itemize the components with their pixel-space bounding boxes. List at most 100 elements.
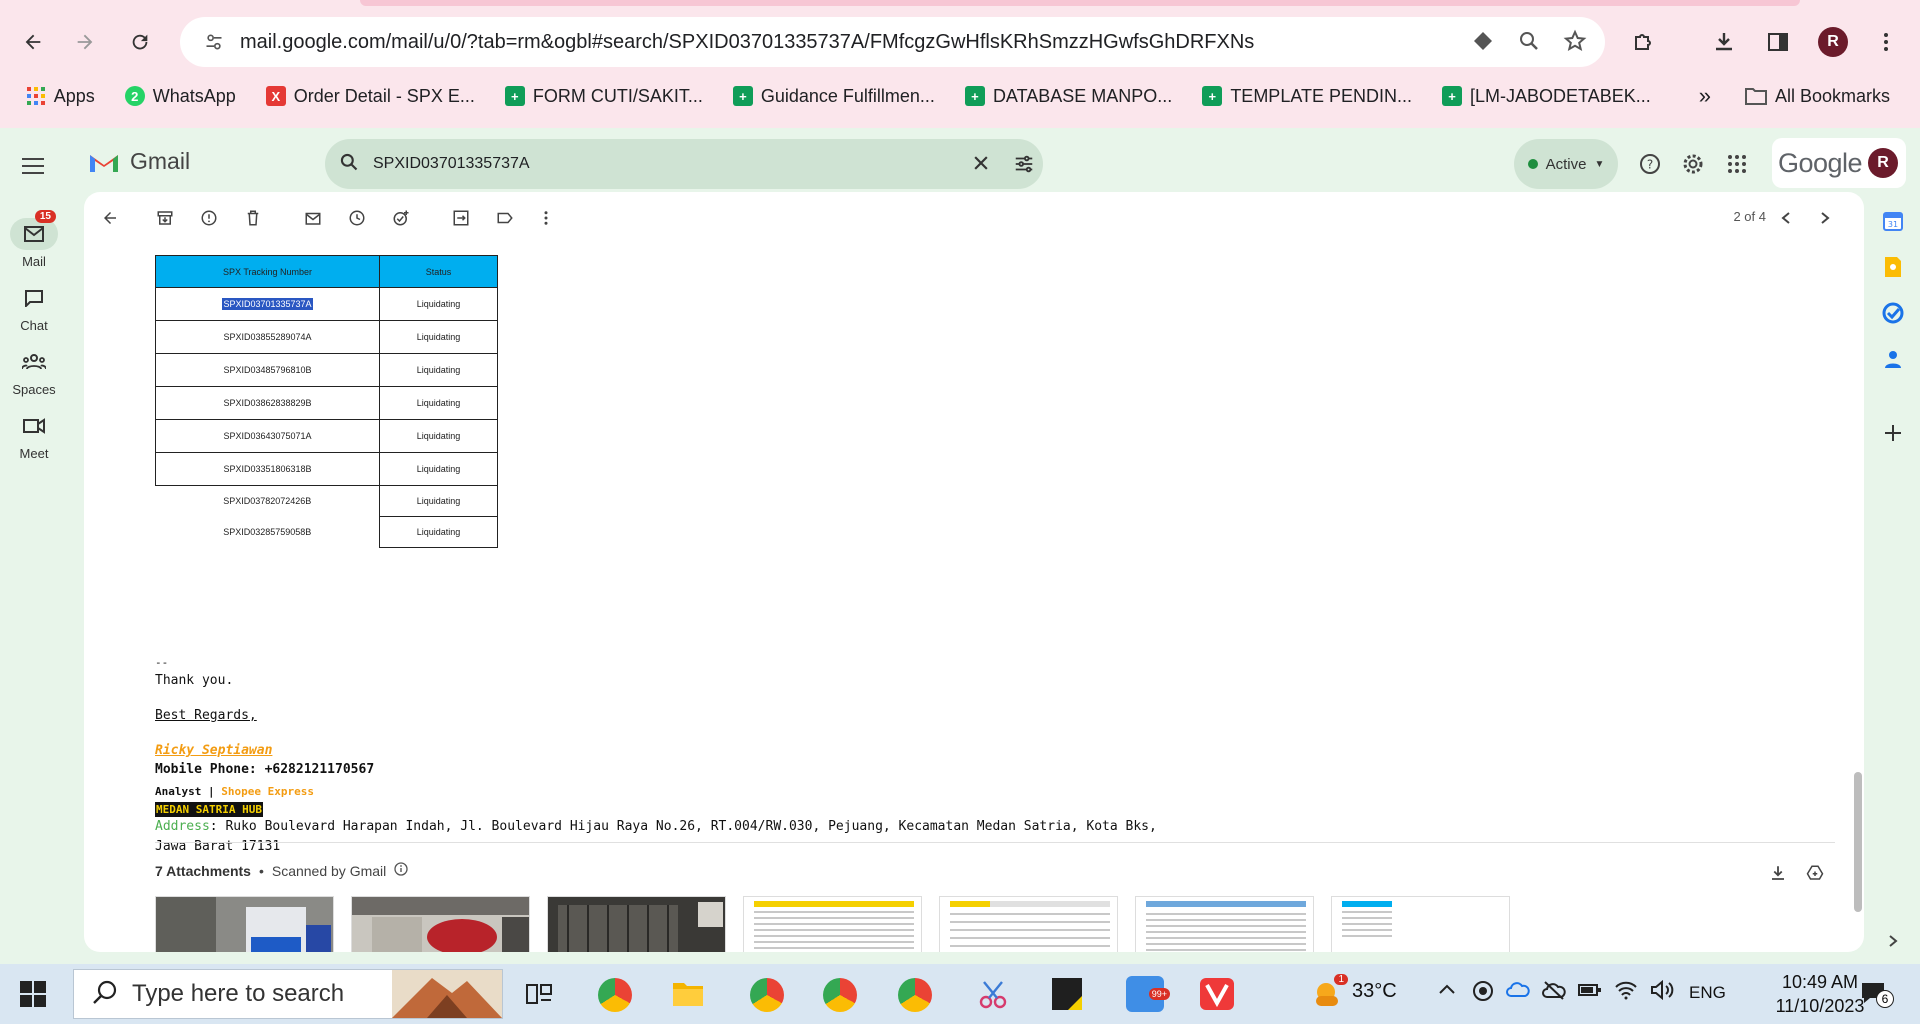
label-icon[interactable] bbox=[493, 206, 517, 230]
search-icon[interactable] bbox=[339, 152, 359, 177]
reload-button[interactable] bbox=[122, 24, 158, 60]
scrollbar[interactable] bbox=[1854, 232, 1862, 952]
bookmark-order-detail[interactable]: X Order Detail - SPX E... bbox=[265, 86, 475, 107]
clear-search-icon[interactable] bbox=[971, 153, 991, 178]
search-input[interactable]: SPXID03701335737A bbox=[373, 155, 530, 173]
delete-icon[interactable] bbox=[241, 206, 265, 230]
address-bar[interactable]: mail.google.com/mail/u/0/?tab=rm&ogbl#se… bbox=[180, 17, 1605, 67]
extensions-button[interactable] bbox=[1626, 24, 1662, 60]
mark-unread-icon[interactable] bbox=[301, 206, 325, 230]
snooze-icon[interactable] bbox=[345, 206, 369, 230]
all-bookmarks-button[interactable]: All Bookmarks bbox=[1744, 86, 1890, 107]
more-options-icon[interactable] bbox=[534, 206, 558, 230]
wifi-icon[interactable] bbox=[1614, 980, 1638, 1003]
cloud-offline-icon[interactable] bbox=[1542, 980, 1566, 1003]
keep-icon[interactable] bbox=[1880, 254, 1906, 280]
battery-icon[interactable] bbox=[1578, 981, 1602, 1002]
google-account-button[interactable]: Google R bbox=[1772, 138, 1906, 188]
downloads-button[interactable] bbox=[1706, 24, 1742, 60]
sheets-icon: + bbox=[504, 86, 525, 106]
zoom-icon[interactable] bbox=[1517, 29, 1541, 58]
svg-text:?: ? bbox=[1647, 158, 1653, 172]
sticky-notes-icon[interactable] bbox=[1052, 978, 1082, 1015]
nav-meet[interactable]: Meet bbox=[0, 410, 68, 461]
mail-search-bar[interactable]: SPXID03701335737A bbox=[325, 139, 1043, 189]
nav-spaces[interactable]: Spaces bbox=[0, 346, 68, 397]
chevron-up-icon[interactable] bbox=[1438, 982, 1456, 999]
archive-icon[interactable] bbox=[153, 206, 177, 230]
calendar-icon[interactable]: 31 bbox=[1880, 208, 1906, 234]
side-panel-button[interactable] bbox=[1760, 24, 1796, 60]
weather-temp[interactable]: 33°C bbox=[1352, 980, 1397, 1003]
bookmark-template[interactable]: + TEMPLATE PENDIN... bbox=[1202, 86, 1412, 107]
main-menu-button[interactable] bbox=[18, 150, 50, 182]
forward-button[interactable] bbox=[67, 24, 103, 60]
chrome-profile-icon[interactable] bbox=[898, 978, 932, 1012]
taskbar-search-input[interactable]: Type here to search bbox=[132, 980, 344, 1008]
search-options-icon[interactable] bbox=[1013, 153, 1035, 180]
bookmark-guidance[interactable]: + Guidance Fulfillmen... bbox=[732, 86, 935, 107]
add-addon-icon[interactable] bbox=[1880, 420, 1906, 446]
chrome-icon[interactable] bbox=[598, 978, 632, 1012]
record-icon[interactable] bbox=[1472, 980, 1494, 1005]
report-spam-icon[interactable] bbox=[197, 206, 221, 230]
move-to-icon[interactable] bbox=[449, 206, 473, 230]
browser-menu-button[interactable] bbox=[1868, 24, 1904, 60]
sheets-icon: + bbox=[964, 86, 985, 106]
file-explorer-icon[interactable] bbox=[672, 979, 704, 1012]
google-apps-icon[interactable] bbox=[1721, 148, 1753, 180]
messenger-app-icon[interactable]: 99+ bbox=[1126, 976, 1170, 1012]
snipping-tool-icon[interactable] bbox=[978, 980, 1008, 1015]
profile-button[interactable]: R bbox=[1815, 24, 1851, 60]
notifications-icon[interactable]: 6 bbox=[1860, 980, 1894, 1011]
site-info-icon[interactable] bbox=[194, 32, 234, 52]
more-bookmarks-button[interactable]: » bbox=[1699, 83, 1711, 109]
bookmark-star-icon[interactable] bbox=[1563, 29, 1587, 58]
save-to-drive-icon[interactable] bbox=[1804, 862, 1826, 884]
chrome-profile-icon[interactable] bbox=[823, 978, 857, 1012]
attachment-photo-2[interactable] bbox=[351, 896, 530, 952]
contacts-icon[interactable] bbox=[1880, 346, 1906, 372]
attachment-sheet-1[interactable] bbox=[743, 896, 922, 952]
attachment-sheet-2[interactable] bbox=[939, 896, 1118, 952]
status-dropdown[interactable]: Active ▼ bbox=[1514, 139, 1618, 189]
back-to-list-icon[interactable] bbox=[98, 206, 122, 230]
attachment-sheet-4[interactable] bbox=[1331, 896, 1510, 952]
download-all-icon[interactable] bbox=[1767, 862, 1789, 884]
vivaldi-icon[interactable] bbox=[1200, 978, 1234, 1015]
status-dot bbox=[1527, 159, 1538, 169]
bookmark-form-cuti[interactable]: + FORM CUTI/SAKIT... bbox=[504, 86, 703, 107]
taskbar-search[interactable]: Type here to search bbox=[73, 969, 503, 1019]
onedrive-icon[interactable] bbox=[1506, 980, 1530, 1001]
attachment-photo-3[interactable] bbox=[547, 896, 726, 952]
bookmark-lm-jabodetabek[interactable]: + [LM-JABODETABEK... bbox=[1442, 86, 1651, 107]
newer-chevron-left-icon[interactable] bbox=[1774, 206, 1798, 230]
table-row: SPXID03782072426B Liquidating bbox=[156, 485, 498, 517]
volume-icon[interactable] bbox=[1650, 979, 1674, 1003]
tasks-icon[interactable] bbox=[1880, 300, 1906, 326]
attachment-photo-1[interactable] bbox=[155, 896, 334, 952]
bookmark-database[interactable]: + DATABASE MANPO... bbox=[964, 86, 1172, 107]
info-icon[interactable] bbox=[394, 862, 408, 879]
weather-icon[interactable]: 1 bbox=[1312, 974, 1348, 1013]
scrollbar-thumb[interactable] bbox=[1854, 772, 1862, 912]
bookmark-whatsapp[interactable]: 2 WhatsApp bbox=[124, 86, 236, 107]
gmail-logo[interactable]: Gmail bbox=[88, 148, 190, 175]
chrome-profile-icon[interactable] bbox=[750, 978, 784, 1012]
add-task-icon[interactable] bbox=[389, 206, 413, 230]
input-language[interactable]: ENG bbox=[1689, 983, 1726, 1003]
nav-chat[interactable]: Chat bbox=[0, 282, 68, 333]
bookmark-apps[interactable]: Apps bbox=[26, 86, 95, 107]
selected-tracking-number[interactable]: SPXID03701335737A bbox=[222, 298, 313, 310]
older-chevron-right-icon[interactable] bbox=[1813, 206, 1837, 230]
settings-gear-icon[interactable] bbox=[1677, 148, 1709, 180]
download-icon bbox=[1716, 33, 1732, 51]
attachment-sheet-3[interactable] bbox=[1135, 896, 1314, 952]
support-icon[interactable]: ? bbox=[1634, 148, 1666, 180]
task-view-icon[interactable] bbox=[525, 980, 553, 1013]
chevron-right-icon[interactable] bbox=[1880, 928, 1906, 954]
nav-mail[interactable]: 15 Mail bbox=[0, 210, 68, 269]
back-button[interactable] bbox=[15, 24, 51, 60]
windows-start-icon[interactable] bbox=[20, 981, 46, 1012]
install-app-icon[interactable] bbox=[1471, 29, 1495, 58]
